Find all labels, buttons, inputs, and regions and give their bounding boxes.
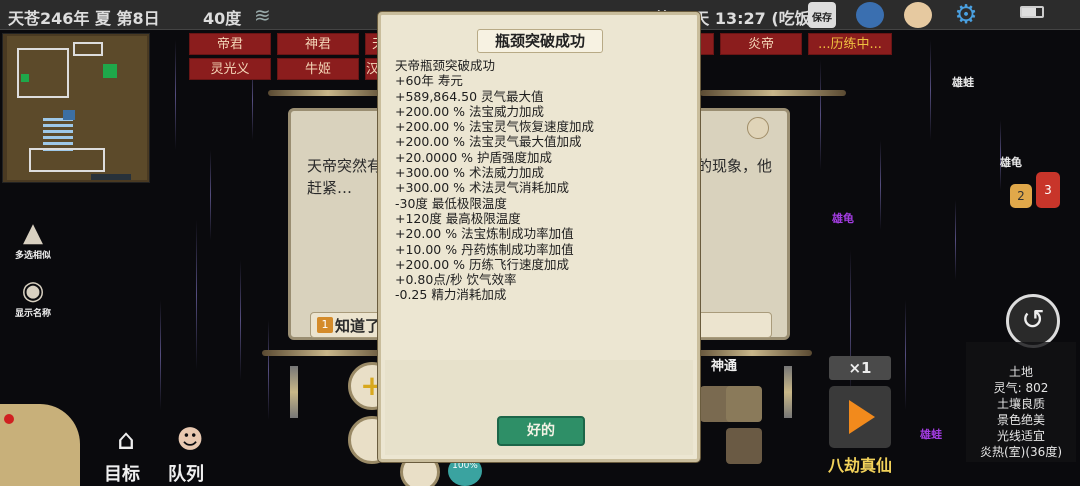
dialog-line: +200.00 % 法宝灵气恢复速度加成	[395, 119, 595, 135]
terrain-soil: 土壤良质	[996, 397, 1045, 411]
terrain-light: 光线适宜	[996, 429, 1045, 443]
name-tag[interactable]: 帝君	[189, 33, 271, 55]
dialog-line: +300.00 % 术法威力加成	[395, 165, 545, 181]
dialog-line: +589,864.50 灵气最大值	[395, 88, 544, 104]
chat-badge-yellow[interactable]: 2	[1010, 184, 1032, 208]
speed-button[interactable]: ×1	[829, 356, 891, 380]
spear-decoration	[262, 350, 392, 356]
multi-select-tool[interactable]: ▲ 多选相似	[8, 218, 58, 261]
dialog-line: 天帝瓶颈突破成功	[395, 58, 496, 73]
dialog-line: +120度 最高极限温度	[395, 210, 521, 226]
terrain-heat: 炎热(室)(36度)	[980, 445, 1062, 459]
ok-button[interactable]: 好的	[497, 416, 585, 446]
minimap[interactable]	[2, 33, 150, 183]
terrain-title: 土地	[1008, 365, 1033, 379]
creature-label[interactable]: 雄龟	[832, 210, 854, 226]
dialog-line: -0.25 精力消耗加成	[395, 287, 507, 303]
target-slot[interactable]	[726, 386, 762, 422]
team-icon: ☻	[176, 425, 204, 455]
multi-select-icon: ▲	[23, 218, 43, 248]
eye-icon: ◉	[21, 276, 45, 306]
terrain-scenery: 景色绝美	[996, 413, 1045, 427]
dialog-line: +20.0000 % 护盾强度加成	[395, 149, 552, 165]
multi-select-label: 多选相似	[14, 251, 51, 261]
name-tag[interactable]: 神君	[277, 33, 359, 55]
dialog-line: +200.00 % 法宝灵气最大值加成	[395, 134, 582, 150]
battery-icon	[1020, 6, 1044, 18]
hand-slot[interactable]	[726, 428, 762, 464]
target-label[interactable]: 目标	[104, 460, 140, 486]
save-button[interactable]: 保存	[808, 2, 836, 28]
dialog-line: +60年 寿元	[395, 73, 463, 89]
rank-label: 八劫真仙	[828, 456, 893, 475]
palette-icon[interactable]	[904, 2, 932, 28]
name-tag[interactable]: 牛姬	[277, 58, 359, 80]
avatar-icon	[747, 117, 769, 139]
alert-dot	[4, 414, 14, 424]
back-button[interactable]: ↺	[1006, 294, 1060, 348]
dialog-line: +10.00 % 丹药炼制成功率加值	[395, 241, 574, 257]
temperature: 40度	[203, 9, 242, 28]
spear-decoration	[700, 90, 846, 96]
return-icon: ↺	[1021, 303, 1045, 336]
play-icon	[849, 400, 875, 434]
show-names-label: 显示名称	[14, 309, 51, 319]
compass-icon[interactable]	[856, 2, 884, 28]
gear-icon[interactable]: ⚙	[952, 2, 980, 28]
name-tag[interactable]: ...历练中...	[808, 33, 892, 55]
spear-decoration	[268, 90, 388, 96]
team-label[interactable]: 队列	[168, 460, 204, 486]
dialog-lines: 天帝瓶颈突破成功 +60年 寿元 +589,864.50 灵气最大值 +200.…	[395, 58, 689, 303]
lantern-decoration	[290, 366, 298, 418]
terrain-lingqi: 灵气: 802	[993, 381, 1049, 395]
breakthrough-dialog: 瓶颈突破成功 天帝瓶颈突破成功 +60年 寿元 +589,864.50 灵气最大…	[378, 12, 700, 462]
lantern-decoration	[784, 366, 792, 418]
save-label: 保存	[812, 13, 832, 24]
creature-label[interactable]: 雄龟	[1000, 154, 1022, 170]
dialog-line: -30度 最低极限温度	[395, 195, 507, 211]
creature-label[interactable]: 雄蛙	[952, 74, 974, 90]
terrain-info-panel: 土地 灵气: 802 土壤良质 景色绝美 光线适宜 炎热(室)(36度)	[966, 342, 1076, 462]
house-icon: ⌂	[117, 423, 135, 456]
show-names-tool[interactable]: ◉ 显示名称	[8, 276, 58, 319]
acknowledge-label: 知道了	[335, 317, 381, 335]
hotkey-badge: 1	[317, 317, 333, 333]
character-portrait[interactable]	[0, 404, 80, 486]
name-tag[interactable]: 炎帝	[720, 33, 802, 55]
name-tag[interactable]: 灵光义	[189, 58, 271, 80]
name-tag[interactable]: 汉	[365, 58, 379, 80]
progress-text: 100%	[452, 461, 478, 471]
creature-label[interactable]: 雄蛙	[920, 426, 942, 442]
play-button[interactable]	[829, 386, 891, 448]
game-date: 天苍246年 夏 第8日	[8, 9, 160, 28]
chat-badge-red[interactable]: 3	[1036, 172, 1060, 208]
spirit-label[interactable]: 神通	[704, 356, 744, 378]
dialog-title: 瓶颈突破成功	[477, 29, 603, 53]
dialog-line: +20.00 % 法宝炼制成功率加值	[395, 226, 574, 242]
dialog-line: +200.00 % 历练飞行速度加成	[395, 256, 570, 272]
dialog-line: +0.80点/秒 饮气效率	[395, 272, 517, 288]
wind-icon: ≋	[254, 3, 271, 27]
dialog-line: +300.00 % 术法灵气消耗加成	[395, 180, 570, 196]
dialog-line: +200.00 % 法宝威力加成	[395, 103, 545, 119]
